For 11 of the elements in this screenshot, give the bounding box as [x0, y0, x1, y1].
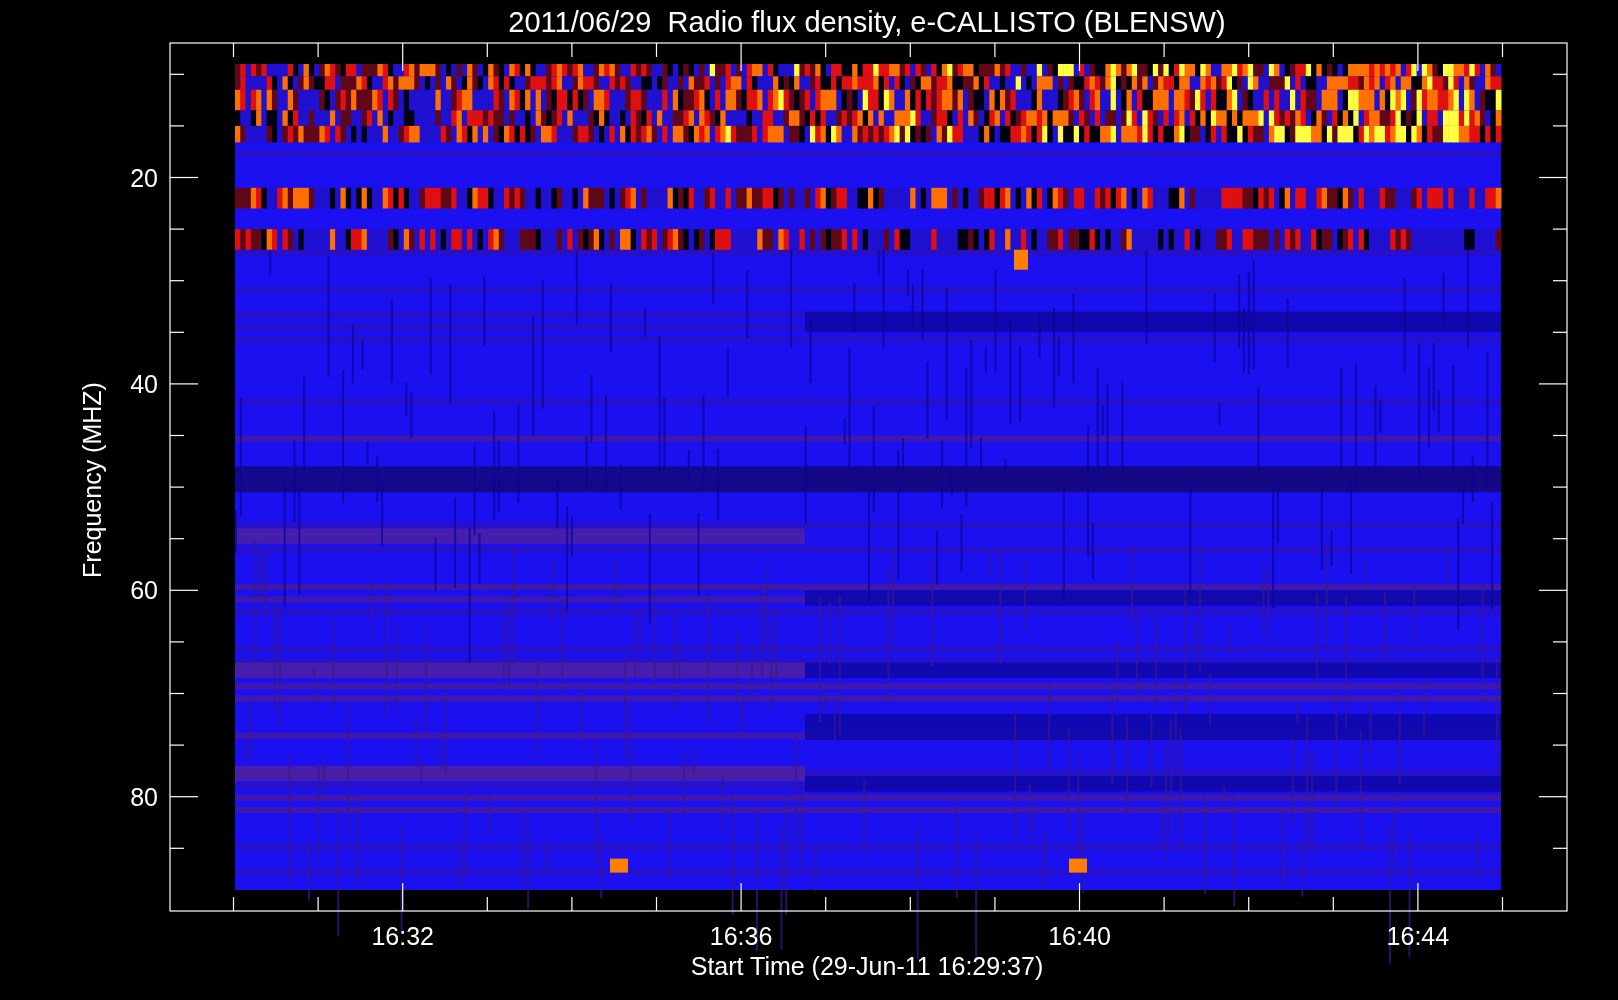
- y-tick-label: 60: [130, 576, 158, 605]
- chart-title: 2011/06/29 Radio flux density, e-CALLISTO (BLENSW): [508, 6, 1226, 38]
- y-axis-label: Frequency (MHZ): [78, 382, 106, 578]
- y-tick-label: 40: [130, 369, 158, 398]
- x-tick-label: 16:36: [709, 922, 773, 950]
- x-tick-label: 16:32: [371, 922, 434, 950]
- x-tick-label: 16:44: [1386, 922, 1450, 950]
- x-axis-label: Start Time (29-Jun-11 16:29:37): [690, 952, 1044, 980]
- y-tick-label: 80: [130, 782, 158, 811]
- y-tick-label: 20: [130, 163, 158, 192]
- x-tick-label: 16:40: [1048, 922, 1111, 950]
